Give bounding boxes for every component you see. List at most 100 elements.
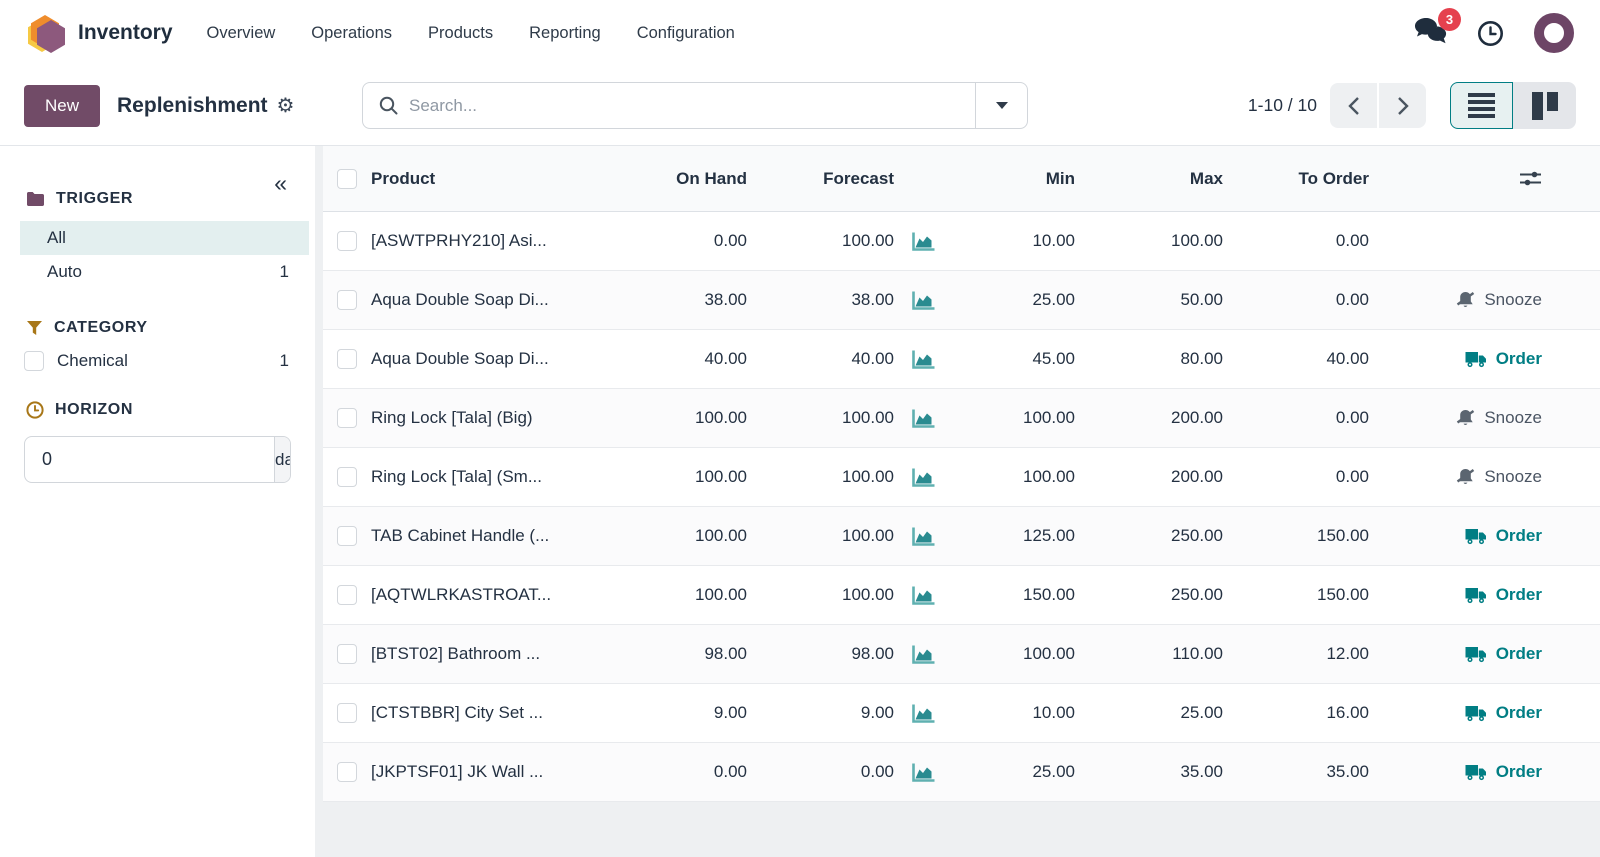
menu-item-products[interactable]: Products xyxy=(428,24,493,43)
row-checkbox[interactable] xyxy=(337,762,357,782)
to-order-cell: 150.00 xyxy=(1223,526,1369,546)
menu-item-configuration[interactable]: Configuration xyxy=(637,24,735,43)
sidebar-item-label: Chemical xyxy=(57,351,128,371)
user-avatar[interactable] xyxy=(1534,13,1574,53)
chemical-checkbox[interactable] xyxy=(24,351,44,371)
category-section-title: CATEGORY xyxy=(54,319,148,337)
on-hand-cell: 9.00 xyxy=(611,703,747,723)
max-cell: 35.00 xyxy=(1075,762,1223,782)
list-view-button[interactable] xyxy=(1450,82,1513,129)
table-row[interactable]: [AQTWLRKASTROAT... 100.00 100.00 150.00 … xyxy=(323,566,1600,625)
row-checkbox[interactable] xyxy=(337,408,357,428)
to-order-cell: 0.00 xyxy=(1223,290,1369,310)
table-row[interactable]: [BTST02] Bathroom ... 98.00 98.00 100.00… xyxy=(323,625,1600,684)
truck-icon xyxy=(1465,351,1487,368)
order-button[interactable]: Order xyxy=(1465,703,1542,723)
snooze-button[interactable]: Snooze xyxy=(1456,467,1542,487)
chevron-right-icon xyxy=(1396,96,1410,116)
funnel-icon xyxy=(26,320,43,337)
forecast-chart-icon[interactable] xyxy=(894,231,953,252)
forecast-chart-icon[interactable] xyxy=(894,467,953,488)
row-checkbox[interactable] xyxy=(337,703,357,723)
horizon-days-input[interactable] xyxy=(25,437,274,482)
row-checkbox[interactable] xyxy=(337,349,357,369)
sidebar-item-label: All xyxy=(47,228,66,248)
column-header-on-hand[interactable]: On Hand xyxy=(611,169,747,189)
column-header-forecast[interactable]: Forecast xyxy=(747,169,894,189)
table-row[interactable]: [JKPTSF01] JK Wall ... 0.00 0.00 25.00 3… xyxy=(323,743,1600,802)
inventory-app-logo-icon[interactable] xyxy=(26,12,66,54)
forecast-chart-icon[interactable] xyxy=(894,349,953,370)
order-button[interactable]: Order xyxy=(1465,644,1542,664)
filter-sidebar: « TRIGGER All Auto 1 CATEGORY C xyxy=(0,146,315,857)
replenishment-table: Product On Hand Forecast Min Max To Orde… xyxy=(323,146,1600,857)
row-checkbox[interactable] xyxy=(337,231,357,251)
column-header-max[interactable]: Max xyxy=(1075,169,1223,189)
to-order-cell: 0.00 xyxy=(1223,408,1369,428)
menu-item-operations[interactable]: Operations xyxy=(311,24,392,43)
min-cell: 150.00 xyxy=(953,585,1075,605)
snooze-button[interactable]: Snooze xyxy=(1456,290,1542,310)
menu-item-overview[interactable]: Overview xyxy=(207,24,276,43)
forecast-chart-icon[interactable] xyxy=(894,703,953,724)
table-row[interactable]: TAB Cabinet Handle (... 100.00 100.00 12… xyxy=(323,507,1600,566)
column-header-to-order[interactable]: To Order xyxy=(1223,169,1369,189)
product-cell: [JKPTSF01] JK Wall ... xyxy=(371,762,611,782)
snooze-button[interactable]: Snooze xyxy=(1456,408,1542,428)
row-checkbox[interactable] xyxy=(337,290,357,310)
order-button[interactable]: Order xyxy=(1465,526,1542,546)
product-cell: Aqua Double Soap Di... xyxy=(371,349,611,369)
chevron-left-icon xyxy=(1347,96,1361,116)
forecast-chart-icon[interactable] xyxy=(894,585,953,606)
forecast-chart-icon[interactable] xyxy=(894,644,953,665)
pager-next-button[interactable] xyxy=(1379,83,1426,128)
column-header-product[interactable]: Product xyxy=(371,169,611,189)
sidebar-collapse-icon[interactable]: « xyxy=(274,172,287,195)
sidebar-item-auto[interactable]: Auto 1 xyxy=(20,255,309,289)
view-settings-gear-icon[interactable]: ⚙ xyxy=(277,93,295,118)
forecast-chart-icon[interactable] xyxy=(894,290,953,311)
sidebar-item-all[interactable]: All xyxy=(20,221,309,255)
min-cell: 25.00 xyxy=(953,762,1075,782)
table-row[interactable]: Aqua Double Soap Di... 40.00 40.00 45.00… xyxy=(323,330,1600,389)
select-all-checkbox[interactable] xyxy=(337,169,357,189)
table-row[interactable]: [ASWTPRHY210] Asi... 0.00 100.00 10.00 1… xyxy=(323,212,1600,271)
forecast-chart-icon[interactable] xyxy=(894,408,953,429)
pager-previous-button[interactable] xyxy=(1330,83,1377,128)
order-button[interactable]: Order xyxy=(1465,762,1542,782)
sidebar-item-chemical[interactable]: Chemical 1 xyxy=(24,351,289,371)
table-row[interactable]: Aqua Double Soap Di... 38.00 38.00 25.00… xyxy=(323,271,1600,330)
search-options-toggle[interactable] xyxy=(975,83,1027,128)
menu-item-reporting[interactable]: Reporting xyxy=(529,24,601,43)
row-checkbox[interactable] xyxy=(337,467,357,487)
forecast-chart-icon[interactable] xyxy=(894,526,953,547)
order-button[interactable]: Order xyxy=(1465,349,1542,369)
snooze-label: Snooze xyxy=(1484,467,1542,487)
table-row[interactable]: [CTSTBBR] City Set ... 9.00 9.00 10.00 2… xyxy=(323,684,1600,743)
row-checkbox[interactable] xyxy=(337,644,357,664)
max-cell: 100.00 xyxy=(1075,231,1223,251)
column-header-min[interactable]: Min xyxy=(953,169,1075,189)
category-section-header: CATEGORY xyxy=(0,319,315,337)
max-cell: 250.00 xyxy=(1075,585,1223,605)
sidebar-item-label: Auto xyxy=(47,262,82,282)
kanban-view-button[interactable] xyxy=(1513,82,1576,129)
horizon-input-group: days xyxy=(24,436,291,483)
to-order-cell: 35.00 xyxy=(1223,762,1369,782)
activities-clock-icon[interactable] xyxy=(1477,20,1504,47)
table-row[interactable]: Ring Lock [Tala] (Big) 100.00 100.00 100… xyxy=(323,389,1600,448)
optional-columns-icon[interactable] xyxy=(1519,170,1542,187)
app-name[interactable]: Inventory xyxy=(78,21,173,45)
row-checkbox[interactable] xyxy=(337,526,357,546)
order-label: Order xyxy=(1496,585,1542,605)
messages-icon[interactable]: 3 xyxy=(1413,17,1447,50)
forecast-chart-icon[interactable] xyxy=(894,762,953,783)
new-button[interactable]: New xyxy=(24,85,100,127)
table-row[interactable]: Ring Lock [Tala] (Sm... 100.00 100.00 10… xyxy=(323,448,1600,507)
row-checkbox[interactable] xyxy=(337,585,357,605)
order-button[interactable]: Order xyxy=(1465,585,1542,605)
forecast-cell: 98.00 xyxy=(747,644,894,664)
min-cell: 100.00 xyxy=(953,467,1075,487)
product-cell: Ring Lock [Tala] (Big) xyxy=(371,408,611,428)
search-input[interactable] xyxy=(409,96,975,116)
